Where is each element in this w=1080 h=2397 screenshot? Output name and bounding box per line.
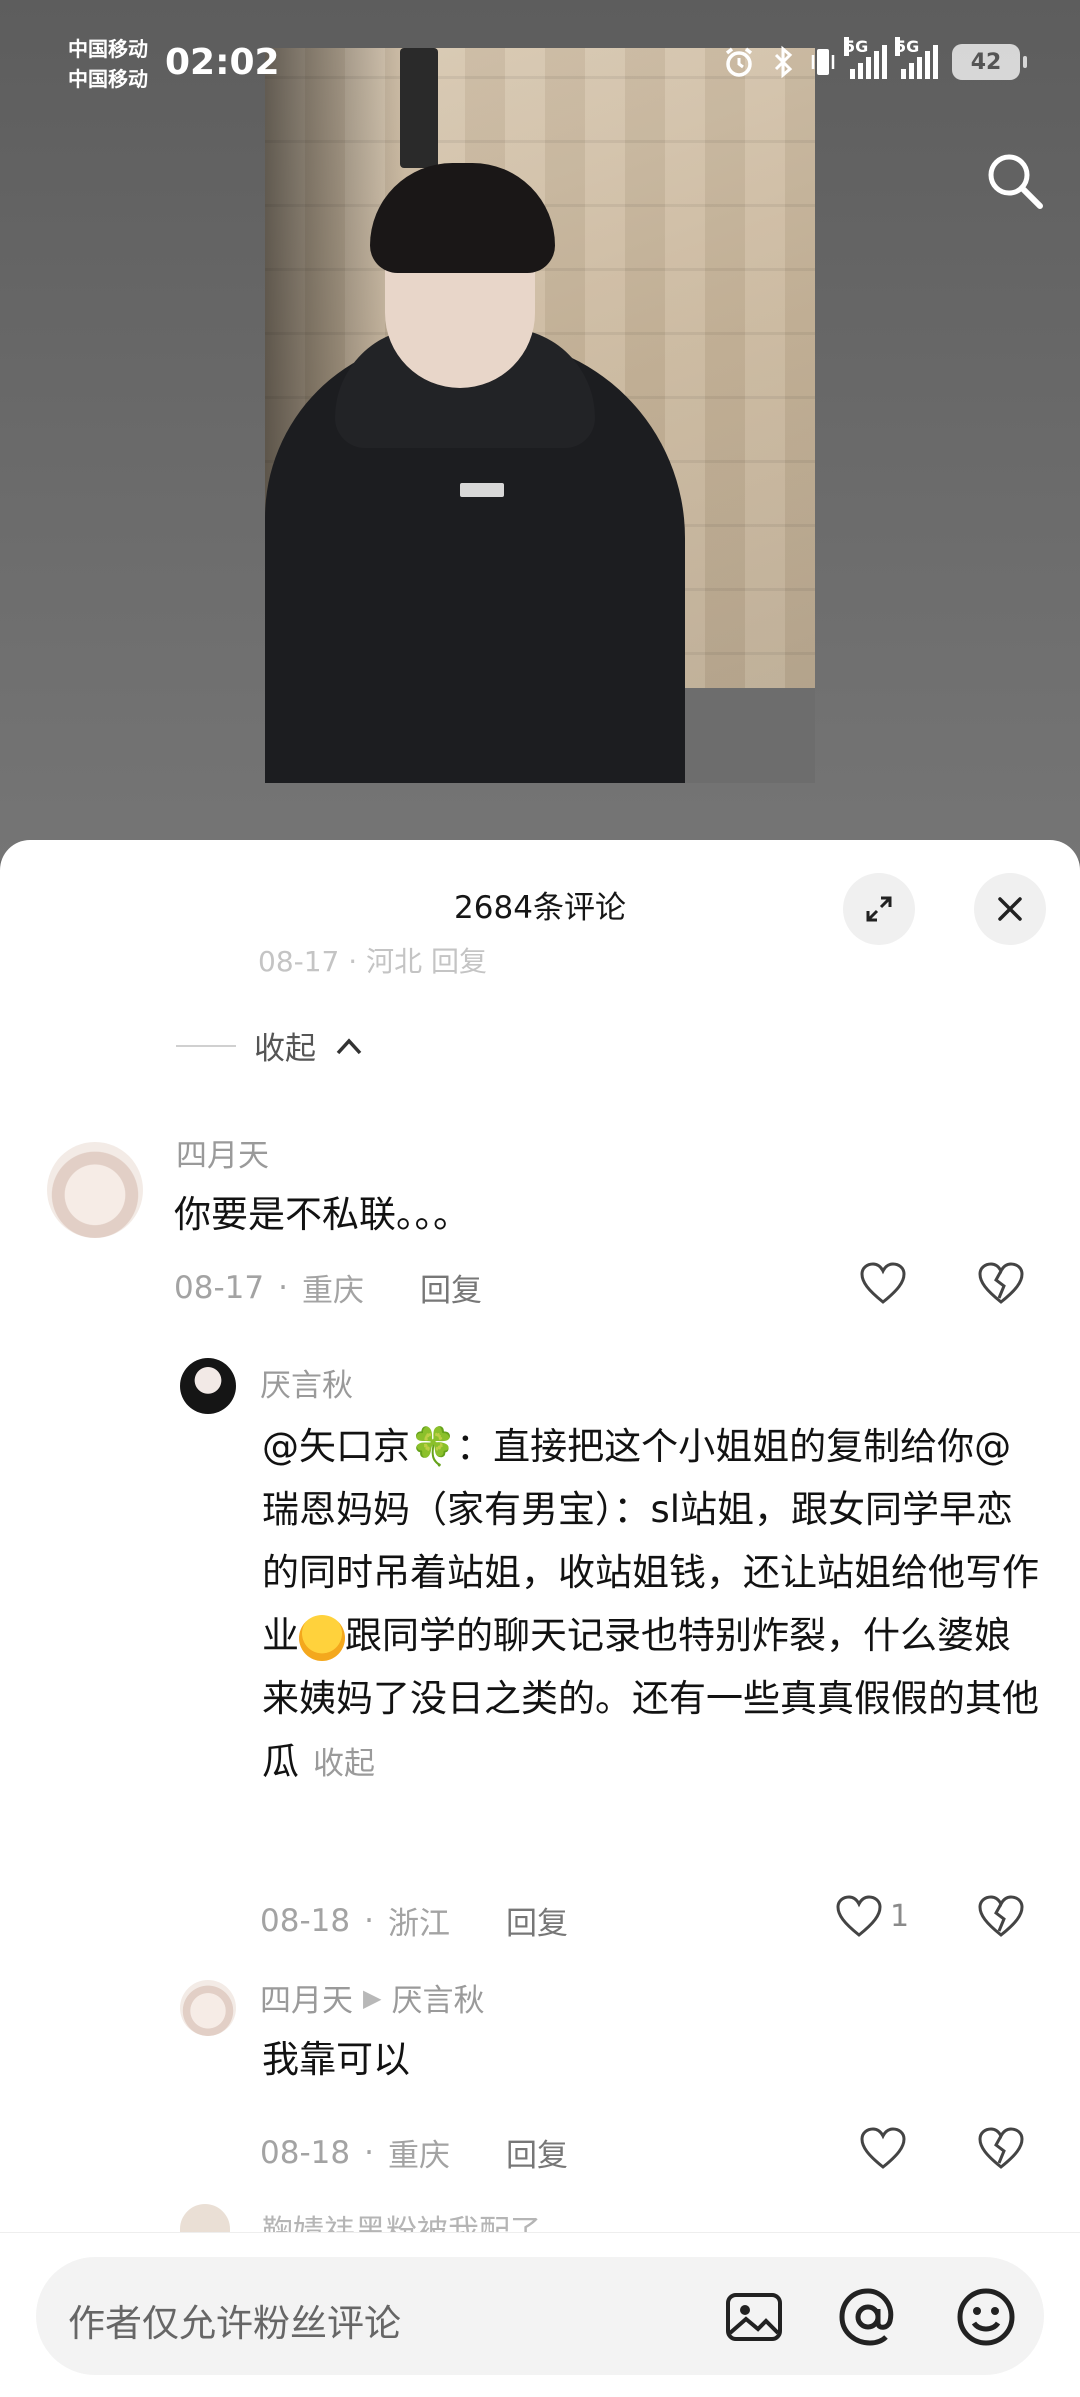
reply-button[interactable]: 回复 — [506, 1898, 568, 1943]
battery-indicator: 42 — [952, 44, 1027, 80]
comment-meta: 08-17 · 重庆 回复 — [174, 1265, 482, 1310]
avatar[interactable] — [180, 2204, 230, 2234]
clover-emoji: 🍀 — [410, 1425, 457, 1468]
comment-meta: 08-18 · 重庆 回复 — [260, 2130, 568, 2175]
close-icon — [998, 897, 1022, 921]
sheet-title: 2684条评论 — [454, 890, 626, 926]
comment-text: @矢口京🍀：直接把这个小姐姐的复制给你@瑞恩妈妈（家有男宝）：sl站姐，跟女同学… — [262, 1415, 1042, 1796]
reply-button[interactable]: 回复 — [506, 2130, 568, 2175]
carrier-1: 中国移动 — [68, 37, 148, 61]
video-frame[interactable] — [265, 48, 815, 783]
previous-comment-meta-clipped: 08-17 · 河北 回复 — [258, 945, 487, 974]
comment-location: 重庆 — [387, 2138, 450, 2174]
broken-heart-icon — [978, 1895, 1024, 1937]
input-placeholder: 作者仅允许粉丝评论 — [68, 2302, 401, 2345]
broken-heart-icon — [978, 2127, 1024, 2169]
comment-input[interactable]: 作者仅允许粉丝评论 — [36, 2257, 1044, 2375]
comment-meta: 08-18 · 浙江 回复 — [260, 1898, 568, 1943]
expand-icon — [866, 896, 892, 922]
divider-line — [176, 1044, 236, 1047]
signal-1-icon: 5G — [844, 37, 887, 79]
broken-heart-icon — [978, 1262, 1024, 1304]
search-icon[interactable] — [982, 148, 1046, 212]
collapse-replies-toggle[interactable]: 收起 — [176, 1023, 364, 1068]
meta-separator: · — [278, 1269, 288, 1306]
comment-sheet: 2684条评论 08-17 · 河北 回复 收起 四月天 你要是不私联。。。 0… — [0, 840, 1080, 2397]
comment-location: 重庆 — [301, 1273, 364, 1309]
dislike-button[interactable] — [976, 2125, 1026, 2171]
comment-location: 浙江 — [387, 1906, 450, 1942]
expand-button[interactable] — [843, 873, 915, 945]
reply-arrow-icon: ▶ — [363, 1983, 382, 2012]
like-button[interactable] — [858, 2125, 908, 2171]
close-button[interactable] — [974, 873, 1046, 945]
heart-icon — [860, 1262, 906, 1304]
heart-icon — [860, 2127, 906, 2169]
comment-text: 你要是不私联。。。 — [174, 1193, 470, 1236]
emoji-icon[interactable] — [954, 2285, 1018, 2349]
comment-date: 08-17 — [174, 1269, 265, 1306]
jacket-logo — [460, 483, 504, 497]
comment-text: 我靠可以 — [262, 2038, 410, 2081]
mention-icon[interactable] — [836, 2285, 900, 2349]
reply-target-username[interactable]: 厌言秋 — [391, 1975, 484, 2020]
dislike-button[interactable] — [976, 1260, 1026, 1306]
avatar[interactable] — [47, 1142, 143, 1238]
comment-username[interactable]: 厌言秋 — [260, 1360, 353, 1405]
status-icons: 5G 5G 42 — [722, 37, 1027, 80]
signal-2-icon: 5G — [895, 37, 938, 79]
comment-username[interactable]: 鞠婧祎黑粉被我配了 — [262, 2206, 541, 2232]
avatar[interactable] — [180, 1980, 236, 2036]
mention-link[interactable]: @矢口京 — [262, 1425, 410, 1468]
network-1-label: 5G — [844, 37, 869, 56]
comment-username[interactable]: 四月天 — [260, 1975, 353, 2020]
clock: 02:02 — [165, 42, 280, 83]
like-button[interactable]: 1 — [834, 1893, 909, 1939]
like-button[interactable] — [858, 1260, 908, 1306]
comment-input-bar: 作者仅允许粉丝评论 — [0, 2232, 1080, 2397]
collapse-label: 收起 — [254, 1031, 316, 1067]
status-bar: 中国移动 中国移动 02:02 5G 5G 42 — [0, 0, 1080, 130]
comment-username[interactable]: 四月天 — [176, 1130, 269, 1175]
meta-separator: · — [364, 2134, 374, 2171]
comment-date: 08-18 — [260, 1902, 351, 1939]
carrier-2: 中国移动 — [68, 67, 148, 91]
comment-date: 08-18 — [260, 2134, 351, 2171]
reply-button[interactable]: 回复 — [420, 1265, 482, 1310]
laughing-emoji-icon — [299, 1614, 345, 1661]
comment-text-part-b: 跟同学的聊天记录也特别炸裂，什么婆娘来姨妈了没日之类的。还有一些真真假假的其他瓜 — [262, 1614, 1039, 1783]
dislike-button[interactable] — [976, 1893, 1026, 1939]
image-icon[interactable] — [722, 2285, 786, 2349]
bluetooth-icon — [774, 45, 793, 79]
alarm-icon — [725, 47, 753, 77]
chevron-up-icon — [336, 1037, 362, 1054]
heart-icon — [836, 1895, 882, 1937]
meta-separator: · — [364, 1902, 374, 1939]
vibrate-icon — [811, 49, 835, 75]
network-2-label: 5G — [895, 37, 920, 56]
like-count: 1 — [890, 1898, 910, 1934]
avatar[interactable] — [180, 1358, 236, 1414]
carrier-labels: 中国移动 中国移动 — [68, 34, 148, 94]
fold-text-button[interactable]: 收起 — [313, 1746, 375, 1782]
reply-header: 四月天 ▶ 厌言秋 — [260, 1975, 484, 2020]
